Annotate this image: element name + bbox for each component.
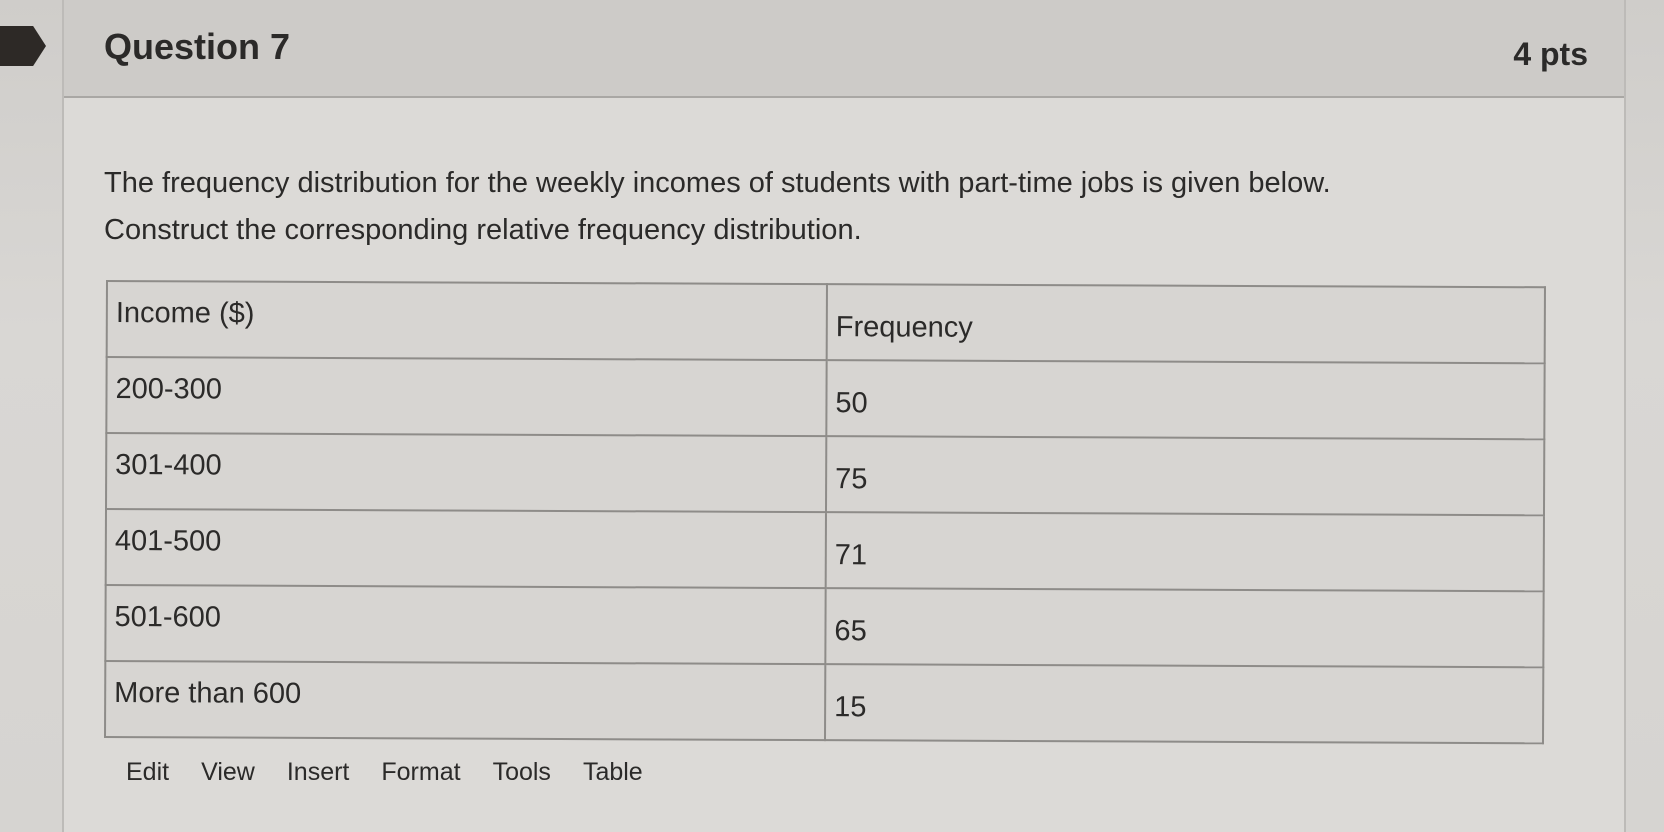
editor-menubar: Edit View Insert Format Tools Table (126, 758, 643, 787)
menu-table[interactable]: Table (583, 758, 643, 787)
frequency-table: Income ($) Frequency 200-300 50 301-400 … (104, 280, 1546, 745)
cell-frequency: 50 (826, 360, 1545, 440)
menu-insert[interactable]: Insert (287, 758, 350, 787)
cell-income: 501-600 (105, 585, 826, 665)
page: Question 7 4 pts The frequency distribut… (0, 0, 1664, 832)
table-row: 401-500 71 (105, 509, 1544, 592)
table-row: 200-300 50 (106, 357, 1545, 440)
cell-frequency: 65 (825, 588, 1544, 668)
question-prompt: The frequency distribution for the weekl… (104, 160, 1544, 254)
prompt-line-2: Construct the corresponding relative fre… (104, 214, 862, 246)
cell-frequency: 75 (825, 436, 1545, 516)
cell-income: 401-500 (105, 509, 826, 589)
menu-format[interactable]: Format (381, 758, 460, 787)
cell-frequency: 15 (824, 664, 1544, 744)
cell-income: 200-300 (106, 357, 827, 437)
bookmark-flag-icon[interactable] (0, 26, 46, 66)
menu-view[interactable]: View (201, 758, 255, 787)
cell-income: More than 600 (105, 661, 826, 741)
cell-income: 301-400 (106, 433, 827, 513)
table-row: 301-400 75 (106, 433, 1545, 516)
table-row: More than 600 15 (105, 661, 1544, 744)
question-points: 4 pts (1513, 36, 1588, 72)
table-header-row: Income ($) Frequency (106, 281, 1545, 364)
question-header: Question 7 4 pts (64, 0, 1624, 98)
question-card: Question 7 4 pts The frequency distribut… (62, 0, 1626, 832)
question-title: Question 7 (104, 26, 291, 67)
table-row: 501-600 65 (105, 585, 1544, 668)
header-frequency: Frequency (826, 284, 1545, 364)
prompt-line-1: The frequency distribution for the weekl… (104, 167, 1331, 199)
header-income: Income ($) (106, 281, 827, 361)
menu-tools[interactable]: Tools (493, 758, 551, 787)
menu-edit[interactable]: Edit (126, 758, 169, 787)
cell-frequency: 71 (825, 512, 1544, 592)
